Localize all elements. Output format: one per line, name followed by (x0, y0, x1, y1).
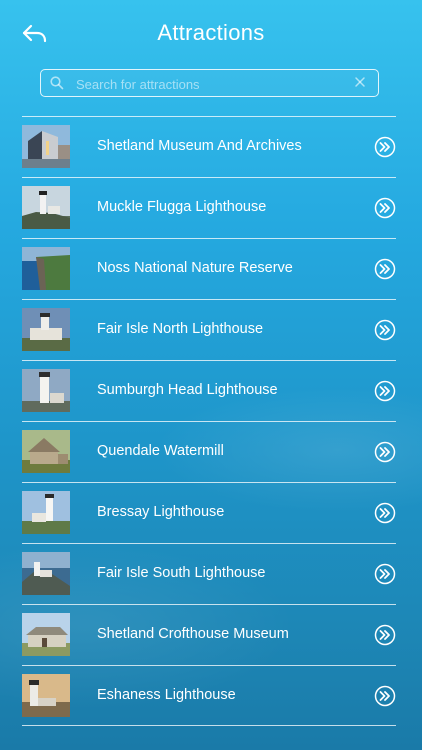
list-item[interactable]: Fair Isle North Lighthouse (22, 299, 396, 360)
chevron-right-circle-icon[interactable] (374, 441, 396, 463)
attraction-thumbnail (22, 125, 70, 168)
attractions-list: Shetland Museum And Archives Muckle Flug… (22, 116, 396, 726)
search-icon (50, 76, 64, 90)
attraction-label: Quendale Watermill (97, 443, 224, 459)
list-item[interactable]: Shetland Museum And Archives (22, 116, 396, 177)
attraction-label: Bressay Lighthouse (97, 504, 225, 520)
attraction-thumbnail (22, 552, 70, 595)
search-bar (40, 69, 379, 97)
search-input[interactable] (74, 73, 348, 95)
attraction-label: Fair Isle South Lighthouse (97, 565, 266, 581)
chevron-right-circle-icon[interactable] (374, 136, 396, 158)
attraction-label: Sumburgh Head Lighthouse (97, 382, 278, 398)
chevron-right-circle-icon[interactable] (374, 563, 396, 585)
attraction-label: Noss National Nature Reserve (97, 260, 293, 276)
list-item[interactable]: Sumburgh Head Lighthouse (22, 360, 396, 421)
clear-icon[interactable] (354, 76, 366, 88)
attraction-thumbnail (22, 674, 70, 717)
list-item[interactable]: Eshaness Lighthouse (22, 665, 396, 726)
chevron-right-circle-icon[interactable] (374, 197, 396, 219)
attraction-label: Shetland Museum And Archives (97, 138, 302, 154)
attraction-label: Fair Isle North Lighthouse (97, 321, 264, 337)
attraction-label: Eshaness Lighthouse (97, 687, 236, 703)
header: Attractions (0, 0, 422, 68)
chevron-right-circle-icon[interactable] (374, 319, 396, 341)
chevron-right-circle-icon[interactable] (374, 502, 396, 524)
chevron-right-circle-icon[interactable] (374, 685, 396, 707)
attraction-thumbnail (22, 430, 70, 473)
attraction-thumbnail (22, 369, 70, 412)
chevron-right-circle-icon[interactable] (374, 380, 396, 402)
list-item[interactable]: Muckle Flugga Lighthouse (22, 177, 396, 238)
attraction-thumbnail (22, 613, 70, 656)
attraction-thumbnail (22, 308, 70, 351)
list-item[interactable]: Bressay Lighthouse (22, 482, 396, 543)
list-item[interactable]: Shetland Crofthouse Museum (22, 604, 396, 665)
list-item[interactable]: Fair Isle South Lighthouse (22, 543, 396, 604)
attraction-thumbnail (22, 491, 70, 534)
list-item[interactable]: Quendale Watermill (22, 421, 396, 482)
attraction-label: Muckle Flugga Lighthouse (97, 199, 267, 215)
chevron-right-circle-icon[interactable] (374, 258, 396, 280)
attraction-label: Shetland Crofthouse Museum (97, 626, 289, 642)
attraction-thumbnail (22, 186, 70, 229)
chevron-right-circle-icon[interactable] (374, 624, 396, 646)
list-item[interactable]: Noss National Nature Reserve (22, 238, 396, 299)
attraction-thumbnail (22, 247, 70, 290)
page-title: Attractions (157, 20, 265, 45)
